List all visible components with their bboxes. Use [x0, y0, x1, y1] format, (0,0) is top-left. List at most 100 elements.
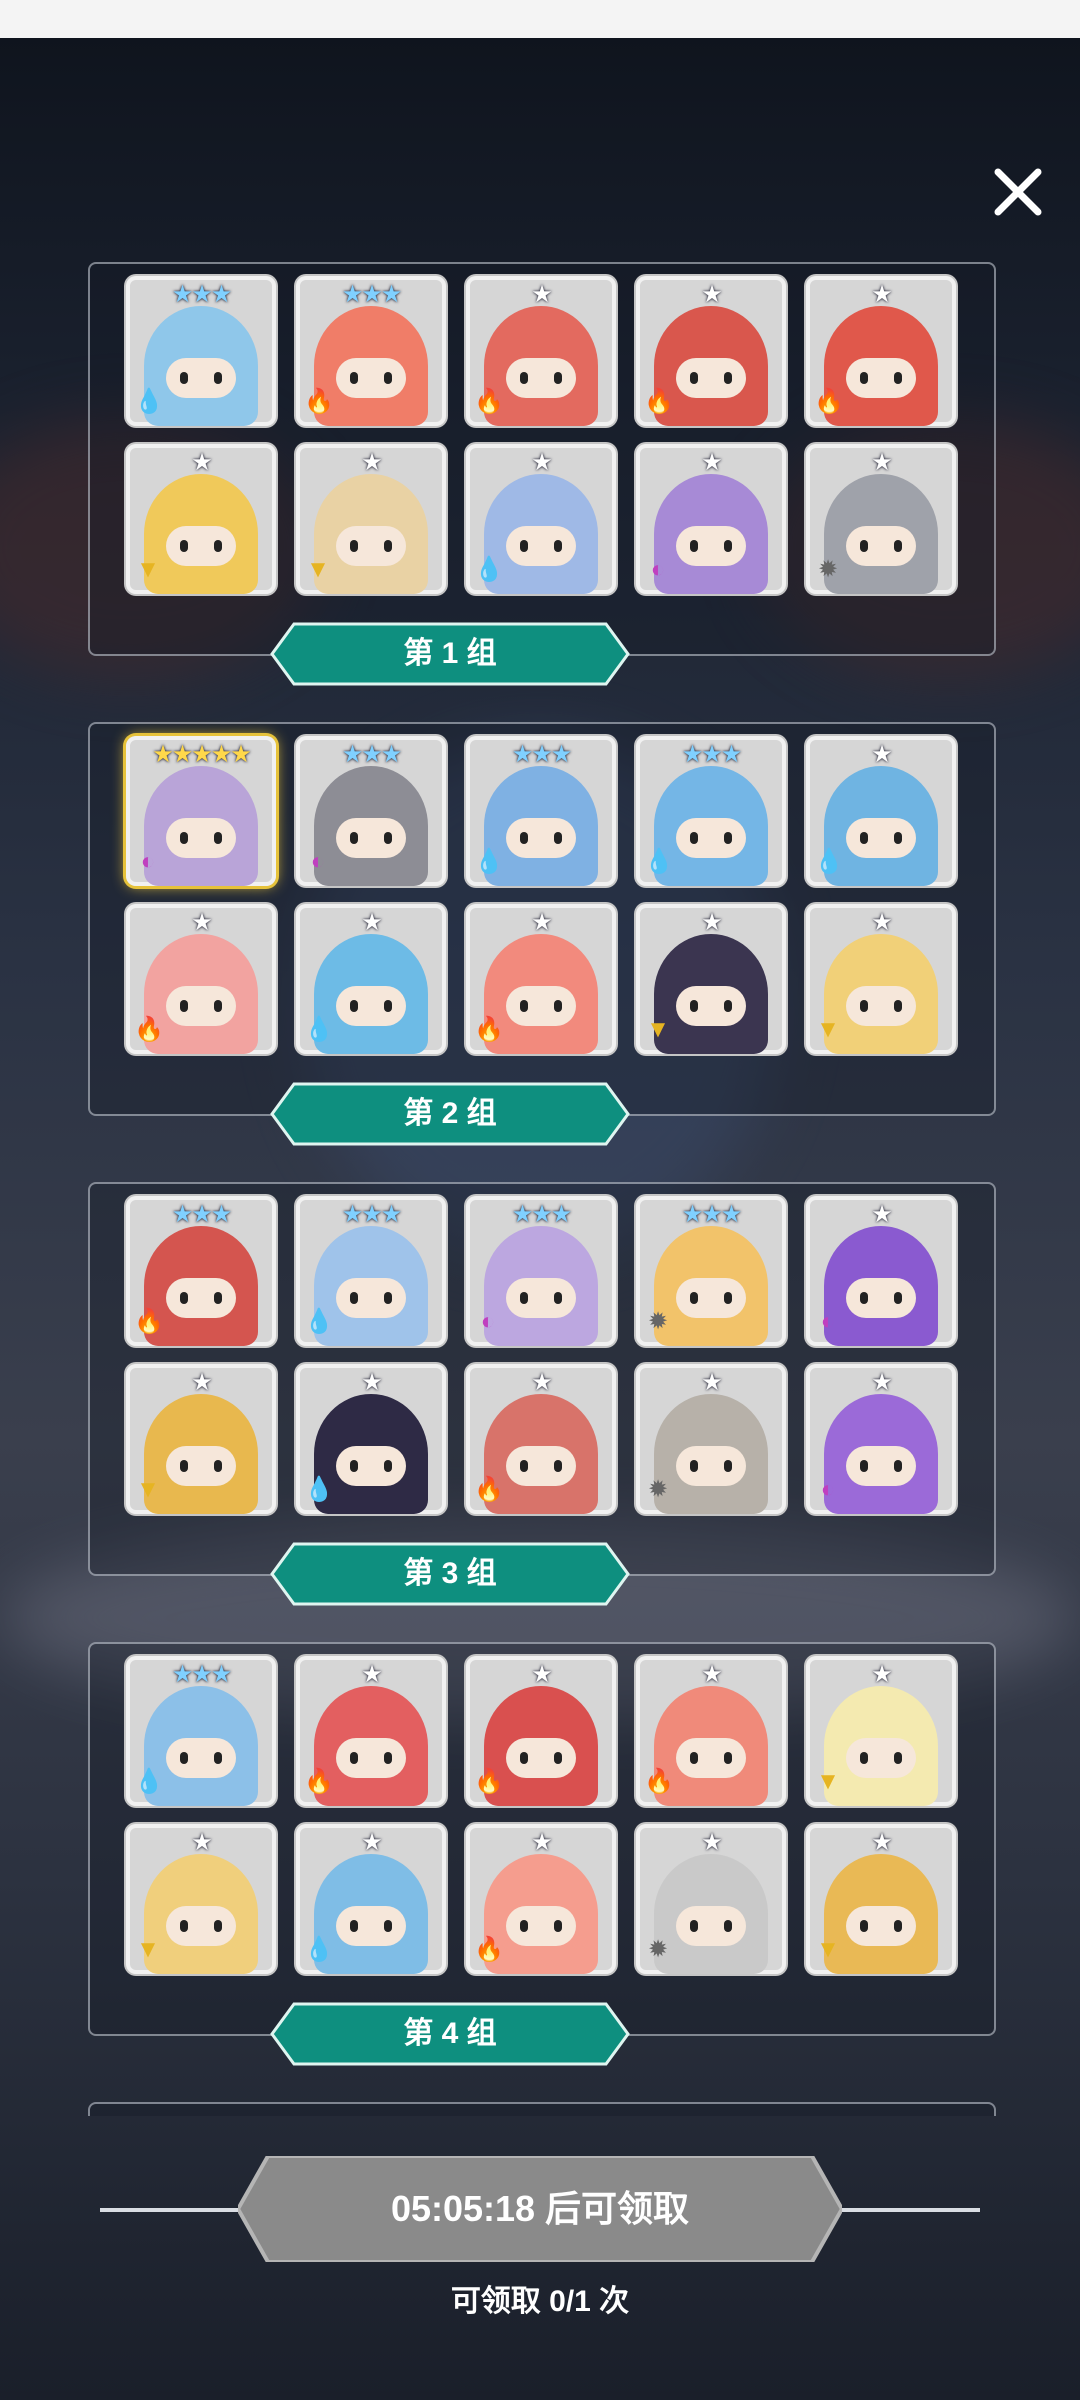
star-rating: ★★★ — [341, 741, 403, 768]
hero-eye — [724, 832, 732, 844]
group-label-text: 第 2 组 — [403, 1097, 497, 1130]
group-label-4: 第 4 组 — [270, 2002, 630, 2066]
hero-card[interactable]: ★ 💧 — [296, 1364, 446, 1514]
hero-card[interactable]: ★ 💧 — [296, 904, 446, 1054]
group-label-2: 第 2 组 — [270, 1082, 630, 1146]
hero-card[interactable]: ★ 🔥 — [466, 1824, 616, 1974]
hero-card[interactable]: ★ 🔥 — [296, 1656, 446, 1806]
hero-eye — [180, 372, 188, 384]
hero-card[interactable]: ★★★ 🔥 — [126, 1196, 276, 1346]
hero-card[interactable]: ★ 🔥 — [636, 1656, 786, 1806]
hero-card[interactable]: ★ ◐ — [806, 1196, 956, 1346]
hero-eye — [214, 1292, 222, 1304]
hero-group-3: ★★★ 🔥 ★★★ 💧 ★★★ ◐ ★★★ ✹ ★ ◐ ★ ▼ ★ 💧 ★ 🔥 ★ ✹ ★ ◐ — [88, 1182, 996, 1576]
hero-eye — [350, 1920, 358, 1932]
star-rating: ★ — [361, 1661, 383, 1688]
water-element-icon: 💧 — [304, 1308, 334, 1335]
earth-element-icon: ▼ — [816, 1768, 840, 1795]
fire-element-icon: 🔥 — [474, 1016, 504, 1043]
hero-card[interactable]: ★ 💧 — [806, 736, 956, 886]
claim-button-label: 05:05:18 后可领取 — [390, 2188, 690, 2229]
hero-card[interactable]: ★ ✹ — [636, 1364, 786, 1514]
hero-eye — [554, 372, 562, 384]
hero-eye — [894, 832, 902, 844]
hero-eye — [350, 1292, 358, 1304]
hero-card[interactable]: ★★★ 💧 — [466, 736, 616, 886]
hero-card[interactable]: ★★★ ◐ — [466, 1196, 616, 1346]
hero-card[interactable]: ★ ✹ — [806, 444, 956, 594]
hero-face — [166, 986, 236, 1026]
star-rating: ★ — [871, 741, 893, 768]
hero-card[interactable]: ★ ▼ — [126, 1824, 276, 1974]
hero-card[interactable]: ★ ▼ — [806, 1656, 956, 1806]
hero-card[interactable]: ★★★ 💧 — [636, 736, 786, 886]
hero-card[interactable]: ★ 💧 — [466, 444, 616, 594]
light-element-icon: ✹ — [647, 1936, 669, 1963]
hero-card[interactable]: ★ 🔥 — [466, 904, 616, 1054]
star-rating: ★ — [871, 1829, 893, 1856]
hero-card[interactable]: ★★★★★ ◐ — [126, 736, 276, 886]
group-list[interactable]: ★★★ 💧 ★★★ 🔥 ★ 🔥 ★ 🔥 ★ 🔥 ★ ▼ ★ ▼ ★ 💧 ★ ◐ ★ ✹ 第 1 组 ★★★★★ ◐ ★★★ ◐ ★… — [0, 250, 1080, 2116]
dark-element-icon: ◐ — [820, 1476, 836, 1503]
hero-card[interactable]: ★ 🔥 — [466, 1656, 616, 1806]
hero-card[interactable]: ★ ◐ — [806, 1364, 956, 1514]
hero-card[interactable]: ★★★ ◐ — [296, 736, 446, 886]
dark-element-icon: ◐ — [140, 848, 156, 875]
star-rating: ★★★ — [341, 1201, 403, 1228]
hero-card[interactable]: ★ ✹ — [636, 1824, 786, 1974]
hero-card[interactable]: ★ ▼ — [126, 1364, 276, 1514]
hero-card[interactable]: ★ 🔥 — [126, 904, 276, 1054]
hero-card[interactable]: ★ 🔥 — [636, 276, 786, 426]
hero-eye — [520, 540, 528, 552]
hero-card[interactable]: ★ 💧 — [296, 1824, 446, 1974]
hero-card[interactable]: ★ ▼ — [806, 904, 956, 1054]
hero-face — [676, 986, 746, 1026]
hero-eye — [894, 540, 902, 552]
hero-eye — [724, 1920, 732, 1932]
hero-card[interactable]: ★ ▼ — [806, 1824, 956, 1974]
fire-element-icon: 🔥 — [644, 388, 674, 415]
hero-card[interactable]: ★ 🔥 — [466, 276, 616, 426]
hero-card[interactable]: ★★★ 💧 — [296, 1196, 446, 1346]
water-element-icon: 💧 — [134, 1768, 164, 1795]
hero-eye — [384, 1000, 392, 1012]
hero-face — [846, 1278, 916, 1318]
group-label-1: 第 1 组 — [270, 622, 630, 686]
hero-card[interactable]: ★★★ 💧 — [126, 1656, 276, 1806]
hero-eye — [724, 1292, 732, 1304]
hero-card[interactable]: ★ ▼ — [126, 444, 276, 594]
hero-card[interactable]: ★ ▼ — [296, 444, 446, 594]
hero-eye — [350, 372, 358, 384]
hero-group-1: ★★★ 💧 ★★★ 🔥 ★ 🔥 ★ 🔥 ★ 🔥 ★ ▼ ★ ▼ ★ 💧 ★ ◐ ★ ✹ — [88, 262, 996, 656]
star-rating: ★ — [701, 449, 723, 476]
hero-eye — [860, 1752, 868, 1764]
group-label-text: 第 1 组 — [403, 637, 497, 670]
hero-card[interactable]: ★ ◐ — [636, 444, 786, 594]
hero-eye — [214, 540, 222, 552]
status-bar — [0, 0, 1080, 38]
hero-card[interactable]: ★★★ 💧 — [126, 276, 276, 426]
hero-eye — [214, 1752, 222, 1764]
fire-element-icon: 🔥 — [304, 1768, 334, 1795]
claim-count: 可领取 0/1 次 — [450, 2285, 630, 2318]
hero-eye — [554, 1292, 562, 1304]
hero-card[interactable]: ★★★ ✹ — [636, 1196, 786, 1346]
star-rating: ★ — [531, 1369, 553, 1396]
hero-grid: ★★★ 💧 ★ 🔥 ★ 🔥 ★ 🔥 ★ ▼ ★ ▼ ★ 💧 ★ 🔥 ★ ✹ ★ ▼ — [126, 1656, 962, 1992]
earth-element-icon: ▼ — [136, 556, 160, 583]
claim-button[interactable]: 05:05:18 后可领取 — [238, 2156, 842, 2262]
hero-eye — [384, 1920, 392, 1932]
star-rating: ★ — [531, 449, 553, 476]
earth-element-icon: ▼ — [646, 1016, 670, 1043]
hero-card[interactable]: ★ 🔥 — [466, 1364, 616, 1514]
close-button[interactable] — [986, 160, 1050, 224]
hero-card[interactable]: ★★★ 🔥 — [296, 276, 446, 426]
hero-card[interactable]: ★ 🔥 — [806, 276, 956, 426]
hero-row: ★★★★★ ◐ ★★★ ◐ ★★★ 💧 ★★★ 💧 ★ 💧 — [126, 736, 962, 886]
hero-face — [676, 1446, 746, 1486]
hero-card[interactable]: ★ ▼ — [636, 904, 786, 1054]
water-element-icon: 💧 — [474, 556, 504, 583]
star-rating: ★ — [871, 1201, 893, 1228]
hero-face — [336, 986, 406, 1026]
hero-eye — [214, 832, 222, 844]
